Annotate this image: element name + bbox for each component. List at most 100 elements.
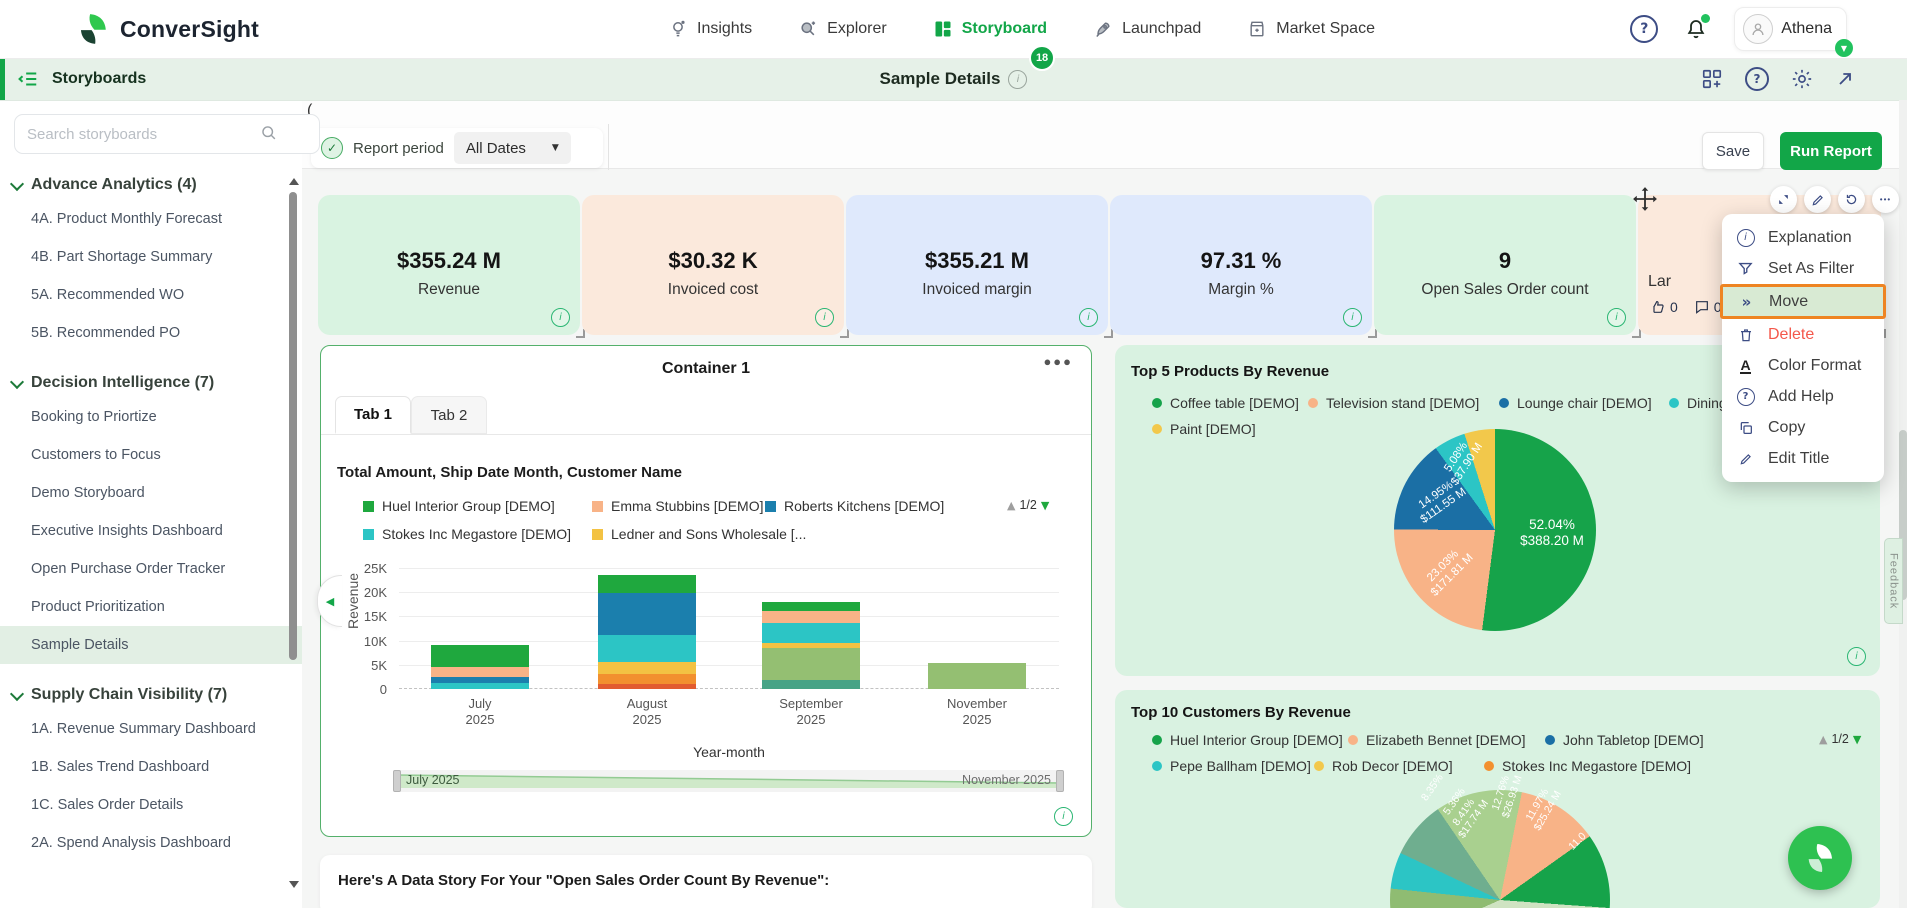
top10-legend-item-1[interactable]: Huel Interior Group [DEMO] — [1152, 732, 1343, 748]
nav-item-explorer[interactable]: Explorer — [798, 19, 887, 39]
sidebar-item-2a-spend-analysis-dashboard[interactable]: 2A. Spend Analysis Dashboard — [0, 824, 302, 862]
sidebar-item-executive-insights-dashboard[interactable]: Executive Insights Dashboard — [0, 512, 302, 550]
expand-widget-button[interactable] — [1770, 186, 1797, 213]
add-widget-icon[interactable] — [1701, 68, 1723, 90]
slider-right-handle[interactable] — [1056, 770, 1064, 792]
top10-legend-item-3[interactable]: John Tabletop [DEMO] — [1545, 732, 1704, 748]
collapse-sidebar-tab[interactable]: ◀ — [317, 575, 342, 627]
sidebar-item-demo-storyboard[interactable]: Demo Storyboard — [0, 474, 302, 512]
kpi-info-icon[interactable]: i — [1607, 308, 1626, 327]
top5-legend-item-4[interactable]: Dining — [1669, 395, 1727, 411]
sidebar-item-1b-sales-trend-dashboard[interactable]: 1B. Sales Trend Dashboard — [0, 748, 302, 786]
stacked-bar-3[interactable] — [762, 602, 860, 689]
fullscreen-icon[interactable] — [1835, 69, 1855, 89]
sidebar-item-5a-recommended-wo[interactable]: 5A. Recommended WO — [0, 276, 302, 314]
legend-item-1[interactable]: Huel Interior Group [DEMO] — [363, 498, 555, 514]
sidebar-item-booking-to-priortize[interactable]: Booking to Priortize — [0, 398, 302, 436]
menu-item-explanation[interactable]: iExplanation — [1722, 222, 1884, 253]
menu-item-add-help[interactable]: ?Add Help — [1722, 381, 1884, 412]
top5-legend-item-1[interactable]: Coffee table [DEMO] — [1152, 395, 1299, 411]
container-info-icon[interactable]: i — [1054, 807, 1073, 826]
nav-item-market-space[interactable]: Market Space — [1247, 19, 1375, 39]
sidebar-item-5b-recommended-po[interactable]: 5B. Recommended PO — [0, 314, 302, 352]
kpi-info-icon[interactable]: i — [551, 308, 570, 327]
sidebar-section-supply-chain-visibility-7-[interactable]: Supply Chain Visibility (7) — [0, 686, 302, 704]
assistant-chat-button[interactable] — [1788, 826, 1852, 890]
legend-page-down-icon[interactable]: ▼ — [1853, 733, 1861, 746]
settings-gear-icon[interactable] — [1791, 68, 1813, 90]
stacked-bar-4[interactable] — [928, 663, 1026, 689]
date-range-select[interactable]: All Dates ▼ — [454, 132, 571, 164]
toolbar-help-icon[interactable]: ? — [1745, 67, 1769, 91]
top10-legend-item-2[interactable]: Elizabeth Bennet [DEMO] — [1348, 732, 1526, 748]
stacked-bar-1[interactable] — [431, 645, 529, 689]
top10-legend-item-6[interactable]: Stokes Inc Megastore [DEMO] — [1484, 758, 1691, 774]
user-menu[interactable]: Athena ▼ — [1734, 7, 1847, 51]
menu-item-move[interactable]: »Move — [1720, 284, 1886, 319]
report-period-check-icon[interactable]: ✓ — [321, 137, 343, 159]
sidebar-item-open-purchase-order-tracker[interactable]: Open Purchase Order Tracker — [0, 550, 302, 588]
menu-item-set-as-filter[interactable]: Set As Filter — [1722, 253, 1884, 284]
sidebar-section-advance-analytics-4-[interactable]: Advance Analytics (4) — [0, 176, 302, 194]
more-options-button[interactable]: ••• — [1872, 186, 1899, 213]
legend-item-4[interactable]: Stokes Inc Megastore [DEMO] — [363, 526, 571, 542]
slider-left-handle[interactable] — [393, 770, 401, 792]
menu-item-copy[interactable]: Copy — [1722, 412, 1884, 443]
menu-item-delete[interactable]: Delete — [1722, 319, 1884, 350]
top10-legend-item-5[interactable]: Rob Decor [DEMO] — [1314, 758, 1453, 774]
search-icon[interactable] — [259, 123, 278, 142]
page-info-icon[interactable]: i — [1008, 70, 1027, 89]
notifications-bell-icon[interactable] — [1684, 17, 1708, 41]
edit-widget-button[interactable] — [1804, 186, 1831, 213]
legend-item-2[interactable]: Emma Stubbins [DEMO] — [592, 498, 764, 514]
top10-legend-item-4[interactable]: Pepe Ballham [DEMO] — [1152, 758, 1311, 774]
move-drag-handle-icon[interactable] — [1632, 186, 1658, 212]
brand[interactable]: ConverSight — [76, 11, 259, 47]
sidebar-section-decision-intelligence-7-[interactable]: Decision Intelligence (7) — [0, 374, 302, 392]
top5-legend-item-3[interactable]: Lounge chair [DEMO] — [1499, 395, 1652, 411]
main-scrollbar[interactable] — [1899, 100, 1907, 908]
top5-legend-item-5[interactable]: Paint [DEMO] — [1152, 421, 1256, 437]
sidebar-item-1a-revenue-summary-dashboard[interactable]: 1A. Revenue Summary Dashboard — [0, 710, 302, 748]
top5-legend-item-2[interactable]: Television stand [DEMO] — [1308, 395, 1479, 411]
run-report-button[interactable]: Run Report — [1780, 132, 1882, 170]
save-button[interactable]: Save — [1702, 132, 1764, 170]
feedback-tab[interactable]: Feedback — [1884, 538, 1903, 624]
scroll-down-icon[interactable] — [289, 881, 299, 888]
kpi-card-invoiced-margin[interactable]: $355.21 MInvoiced margini — [846, 195, 1108, 335]
sidebar-item-4a-product-monthly-forecast[interactable]: 4A. Product Monthly Forecast — [0, 200, 302, 238]
comments[interactable]: 0 — [1694, 299, 1722, 315]
legend-item-3[interactable]: Roberts Kitchens [DEMO] — [765, 498, 944, 514]
kpi-info-icon[interactable]: i — [1079, 308, 1098, 327]
legend-page-up-icon[interactable]: ▲ — [1819, 733, 1827, 746]
sidebar-item-customers-to-focus[interactable]: Customers to Focus — [0, 436, 302, 474]
nav-item-storyboard[interactable]: Storyboard18 — [933, 19, 1047, 39]
menu-item-edit-title[interactable]: Edit Title — [1722, 443, 1884, 474]
kpi-card-revenue[interactable]: $355.24 MRevenuei — [318, 195, 580, 335]
top5-info-icon[interactable]: i — [1847, 647, 1866, 666]
sidebar-scrollbar[interactable] — [289, 178, 298, 898]
bar-chart-plot[interactable] — [399, 568, 1059, 689]
nav-item-launchpad[interactable]: Launchpad — [1093, 19, 1201, 39]
kpi-card-open-sales-order-count[interactable]: 9Open Sales Order counti — [1374, 195, 1636, 335]
likes[interactable]: 0 — [1650, 299, 1678, 315]
legend-page-up-icon[interactable]: ▲ — [1007, 499, 1015, 512]
sidebar-scroll-thumb[interactable] — [289, 192, 297, 660]
legend-page-down-icon[interactable]: ▼ — [1041, 499, 1049, 512]
sidebar-item-4b-part-shortage-summary[interactable]: 4B. Part Shortage Summary — [0, 238, 302, 276]
help-icon[interactable]: ? — [1630, 15, 1658, 43]
tab-2[interactable]: Tab 2 — [411, 396, 487, 434]
sidebar-item-1c-sales-order-details[interactable]: 1C. Sales Order Details — [0, 786, 302, 824]
kpi-card-invoiced-cost[interactable]: $30.32 KInvoiced costi — [582, 195, 844, 335]
sidebar-item-sample-details[interactable]: Sample Details — [0, 626, 302, 664]
container-menu-icon[interactable]: ●●● — [1043, 354, 1073, 369]
stacked-bar-2[interactable] — [598, 575, 696, 689]
kpi-info-icon[interactable]: i — [815, 308, 834, 327]
tab-1[interactable]: Tab 1 — [335, 396, 411, 434]
time-range-slider[interactable]: July 2025 November 2025 — [396, 770, 1061, 792]
sidebar-item-product-prioritization[interactable]: Product Prioritization — [0, 588, 302, 626]
menu-item-color-format[interactable]: AColor Format — [1722, 350, 1884, 381]
legend-item-5[interactable]: Ledner and Sons Wholesale [... — [592, 526, 806, 542]
kpi-card-margin-[interactable]: 97.31 %Margin %i — [1110, 195, 1372, 335]
refresh-widget-button[interactable] — [1838, 186, 1865, 213]
